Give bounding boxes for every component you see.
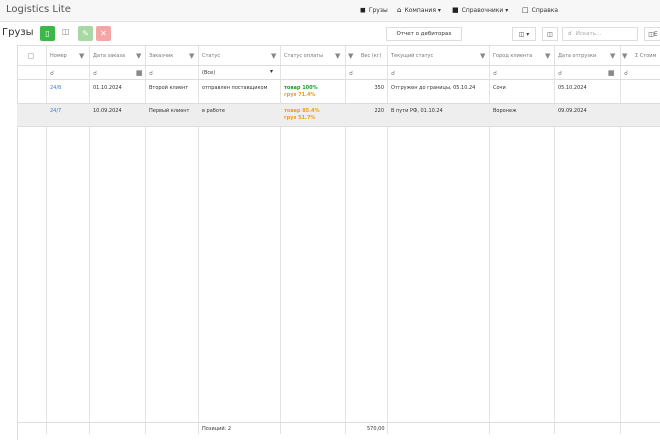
cell-current-status: Отгружен до границы, 05.10.24 — [391, 85, 476, 91]
cell-customer: Первый клиент — [149, 108, 190, 114]
export-excel-icon: ◫E — [648, 30, 658, 38]
cell-ship-date: 05.10.2024 — [558, 85, 587, 91]
cell-ship-date: 09.09.2024 — [558, 108, 587, 114]
columns-icon: ◫ — [547, 30, 553, 38]
add-document-icon: ▯ — [45, 29, 50, 38]
cell-payment-status: товар 100% груз 71.4% — [280, 81, 318, 99]
page-title: Грузы — [2, 27, 34, 38]
delete-button[interactable]: ✕ — [96, 26, 111, 41]
cell-status: отправлен поставщиком — [202, 85, 268, 91]
edit-button[interactable]: ✎ — [78, 26, 93, 41]
status-filter-value: (Все) — [202, 70, 216, 76]
table-row[interactable]: 24/8 01.10.2024 Второй клиент отправлен … — [17, 81, 660, 104]
search-icon: ☌ — [50, 69, 55, 77]
chevron-down-icon[interactable]: ▾ — [270, 68, 273, 75]
nav-company-label: Компания ▾ — [404, 6, 441, 14]
nav-help-label: Справка — [531, 6, 559, 14]
home-icon: ⌂ — [397, 6, 402, 14]
filter-icon[interactable]: ▼ — [480, 52, 485, 60]
copy-button[interactable]: ◫ — [62, 27, 70, 36]
nav-company[interactable]: ⌂ Компания ▾ — [397, 6, 441, 14]
folder-icon: ■ — [452, 6, 459, 14]
cell-current-status: В пути РФ, 01.10.24 — [391, 108, 443, 114]
data-grid: Номер ▼ Дата заказа ▼ Заказчик ▼ Статус … — [17, 45, 660, 440]
table-row[interactable]: 24/7 10.09.2024 Первый клиент в работе т… — [17, 104, 660, 127]
search-icon: ☌ — [568, 31, 572, 37]
cell-weight: 350 — [374, 85, 384, 91]
debtors-report-button[interactable]: Отчет о дебиторах — [386, 27, 462, 41]
calendar-icon[interactable]: ▦ — [136, 69, 143, 77]
export-caret: ▾ — [526, 30, 530, 38]
document-icon: □ — [522, 6, 529, 14]
grid-header: Номер ▼ Дата заказа ▼ Заказчик ▼ Статус … — [17, 46, 660, 66]
copy-icon: ◫ — [62, 27, 70, 36]
nav-cargo[interactable]: ◼ Грузы — [360, 6, 388, 14]
filter-current-status[interactable]: ☌ — [387, 66, 489, 80]
payment-goods: товар 100% — [284, 85, 318, 91]
column-header-status[interactable]: Статус — [198, 46, 280, 66]
filter-icon[interactable]: ▼ — [136, 52, 141, 60]
search-icon: ☌ — [93, 69, 98, 77]
cell-client-city: Воронеж — [493, 108, 517, 114]
search-icon: ☌ — [391, 69, 396, 77]
cell-status: в работе — [202, 108, 225, 114]
cell-client-city: Сочи — [493, 85, 506, 91]
nav-cargo-label: Грузы — [368, 6, 388, 14]
filter-weight[interactable]: ☌ — [345, 66, 387, 80]
search-input[interactable] — [575, 31, 632, 37]
columns-button[interactable]: ◫ — [542, 27, 558, 41]
filter-status-select[interactable]: (Все) — [198, 66, 280, 80]
filter-icon[interactable]: ▼ — [545, 52, 550, 60]
nav-references[interactable]: ■ Справочники ▾ — [452, 6, 508, 14]
column-header-current-status[interactable]: Текущий статус — [387, 46, 489, 66]
filter-total-cost[interactable]: ☌ — [620, 66, 660, 80]
filter-customer[interactable]: ☌ — [145, 66, 198, 80]
search-icon: ☌ — [149, 69, 154, 77]
export-icon: ◫ — [518, 30, 527, 38]
search-icon: ☌ — [349, 69, 354, 77]
toolbar: Грузы ▯ ◫ ✎ ✕ Отчет о дебиторах ◫ ▾ ◫ ☌ … — [0, 24, 660, 44]
calendar-icon[interactable]: ▦ — [608, 69, 615, 77]
row-count: Позиций: 2 — [202, 426, 232, 432]
cell-payment-status: товар 85.4% груз 51.7% — [280, 104, 320, 122]
filter-icon[interactable]: ▼ — [622, 52, 627, 60]
close-icon: ✕ — [100, 29, 107, 38]
nav-help[interactable]: □ Справка — [522, 6, 558, 14]
payment-goods: товар 85.4% — [284, 108, 320, 114]
export-button[interactable]: ◫ ▾ — [512, 27, 536, 41]
search-icon: ☌ — [558, 69, 563, 77]
filter-number[interactable]: ☌ — [46, 66, 89, 80]
filter-icon[interactable]: ▼ — [348, 52, 353, 60]
filter-icon[interactable]: ▼ — [189, 52, 194, 60]
truck-icon: ◼ — [360, 6, 366, 14]
cell-customer: Второй клиент — [149, 85, 189, 91]
cell-order-date: 10.09.2024 — [93, 108, 122, 114]
export-excel-button[interactable]: ◫E — [644, 27, 660, 41]
top-navbar: Logistics Lite ◼ Грузы ⌂ Компания ▾ ■ Сп… — [0, 0, 660, 22]
cell-number[interactable]: 24/7 — [46, 104, 61, 114]
filter-icon[interactable]: ▼ — [335, 52, 340, 60]
pencil-icon: ✎ — [82, 29, 89, 38]
add-button[interactable]: ▯ — [40, 26, 55, 41]
grid-filter-row: ☌ ☌ ▦ ☌ (Все) ▾ ☌ ☌ ☌ ☌ ▦ ☌ — [17, 66, 660, 80]
filter-client-city[interactable]: ☌ — [489, 66, 554, 80]
search-icon: ☌ — [493, 69, 498, 77]
app-title[interactable]: Logistics Lite — [6, 4, 71, 15]
search-box[interactable]: ☌ — [562, 27, 638, 41]
weight-total: 570,00 — [367, 426, 385, 432]
filter-icon[interactable]: ▼ — [79, 52, 84, 60]
select-all-checkbox[interactable] — [28, 53, 34, 59]
column-header-weight[interactable]: Вес (кг) — [357, 46, 387, 66]
cell-weight: 220 — [374, 108, 384, 114]
column-header-total-cost[interactable]: Σ Стоим — [631, 46, 660, 66]
payment-cargo: груз 71.4% — [284, 92, 316, 98]
payment-cargo: груз 51.7% — [284, 115, 316, 121]
cell-number[interactable]: 24/8 — [46, 81, 61, 91]
cell-order-date: 01.10.2024 — [93, 85, 122, 91]
search-icon: ☌ — [624, 69, 629, 77]
filter-icon[interactable]: ▼ — [271, 52, 276, 60]
nav-references-label: Справочники ▾ — [461, 6, 509, 14]
grid-footer: Позиций: 2 570,00 — [17, 422, 660, 434]
filter-icon[interactable]: ▼ — [610, 52, 615, 60]
